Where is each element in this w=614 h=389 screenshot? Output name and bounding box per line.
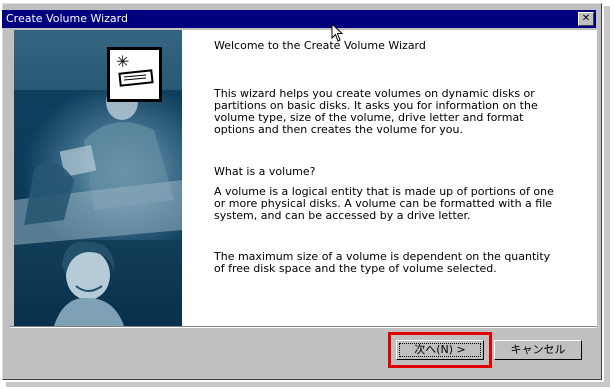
max-size-note: The maximum size of a volume is dependen… [214, 250, 551, 275]
wizard-heading: Welcome to the Create Volume Wizard [214, 39, 426, 52]
cancel-button[interactable]: キャンセル [494, 340, 582, 360]
close-icon: ✕ [581, 13, 591, 24]
button-separator [10, 326, 596, 328]
volume-question: What is a volume? [214, 165, 316, 178]
wizard-disk-icon: ✳ [107, 47, 162, 102]
wizard-banner-image: ✳ [14, 30, 182, 326]
window-title: Create Volume Wizard [6, 12, 128, 25]
svg-text:✳: ✳ [116, 52, 129, 71]
highlight-box [388, 332, 492, 368]
volume-definition: A volume is a logical entity that is mad… [214, 185, 554, 222]
close-button[interactable]: ✕ [578, 12, 594, 26]
frame-shadow-right [604, 6, 610, 386]
wizard-content: ✳ Welcome to the Create Volume Wizard Th… [14, 30, 597, 326]
title-bar[interactable]: Create Volume Wizard ✕ [2, 10, 596, 28]
mouse-pointer-icon [331, 23, 344, 42]
wizard-intro-text: This wizard helps you create volumes on … [214, 87, 538, 136]
frame-shadow-bottom [6, 382, 610, 387]
screenshot-frame: Create Volume Wizard ✕ ✳ Welcome to the … [0, 0, 610, 387]
